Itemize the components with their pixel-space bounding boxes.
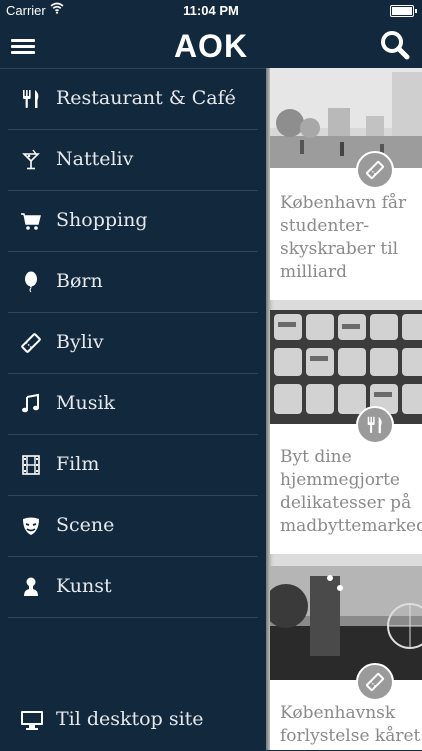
shopping-cart-icon [21, 213, 41, 230]
desktop-site-link[interactable]: Til desktop site [8, 697, 258, 745]
fork-knife-icon [23, 90, 39, 108]
ticket-icon [366, 673, 384, 691]
sidebar-item-label: Natteliv [56, 148, 134, 170]
article-card[interactable]: Københavnsk forlystelse kåret [270, 566, 422, 750]
article-image [270, 566, 422, 680]
category-badge [356, 406, 394, 444]
status-bar: Carrier 11:04 PM [0, 0, 422, 22]
sidebar-item-label: Byliv [56, 331, 104, 353]
sidebar-item-born[interactable]: Børn [8, 252, 258, 313]
sidebar-item-byliv[interactable]: Byliv [8, 313, 258, 374]
sidebar-item-kunst[interactable]: Kunst [8, 557, 258, 618]
bust-icon [24, 577, 38, 596]
brand-logo: AOK [173, 28, 249, 64]
clock: 11:04 PM [183, 3, 239, 18]
article-card[interactable]: Byt dine hjemmegjorte delikatesser på ma… [270, 310, 422, 554]
music-note-icon [22, 393, 39, 413]
sidebar-item-label: Kunst [56, 575, 112, 597]
sidebar-item-film[interactable]: Film [8, 435, 258, 496]
article-title: Københavnsk forlystelse kåret [280, 703, 421, 746]
sidebar-item-label: Shopping [56, 209, 148, 231]
article-feed[interactable]: København får studenter- skyskraber til … [266, 68, 422, 750]
sidebar-menu: Restaurant & Café Natteliv Shopping Børn [0, 68, 266, 751]
cocktail-icon [22, 149, 40, 170]
sidebar-item-label: Restaurant & Café [56, 87, 236, 109]
monitor-icon [21, 711, 43, 730]
article-title: København får studenter- skyskraber til … [280, 193, 407, 282]
sidebar-item-label: Børn [56, 270, 103, 292]
fork-knife-icon [367, 416, 382, 434]
balloon-icon [25, 271, 37, 293]
sidebar-item-label: Scene [56, 514, 115, 536]
ticket-icon [366, 161, 384, 179]
battery-icon [390, 5, 417, 17]
sidebar-item-shopping[interactable]: Shopping [8, 191, 258, 252]
sidebar-item-label: Film [56, 453, 100, 475]
ticket-icon [21, 333, 41, 353]
film-strip-icon [22, 455, 40, 475]
category-badge [356, 151, 394, 189]
article-image [270, 68, 422, 168]
article-card[interactable]: København får studenter- skyskraber til … [270, 68, 422, 300]
sidebar-item-label: Musik [56, 392, 116, 414]
sidebar-item-restaurant-cafe[interactable]: Restaurant & Café [8, 69, 258, 130]
desktop-site-label: Til desktop site [56, 708, 204, 730]
article-image [270, 310, 422, 424]
sidebar-item-musik[interactable]: Musik [8, 374, 258, 435]
category-badge [356, 663, 394, 701]
search-icon[interactable] [380, 30, 410, 60]
sidebar-item-scene[interactable]: Scene [8, 496, 258, 557]
theater-mask-icon [23, 517, 39, 535]
article-title: Byt dine hjemmegjorte delikatesser på ma… [280, 447, 422, 536]
top-nav-bar: AOK [0, 22, 422, 68]
sidebar-item-natteliv[interactable]: Natteliv [8, 130, 258, 191]
